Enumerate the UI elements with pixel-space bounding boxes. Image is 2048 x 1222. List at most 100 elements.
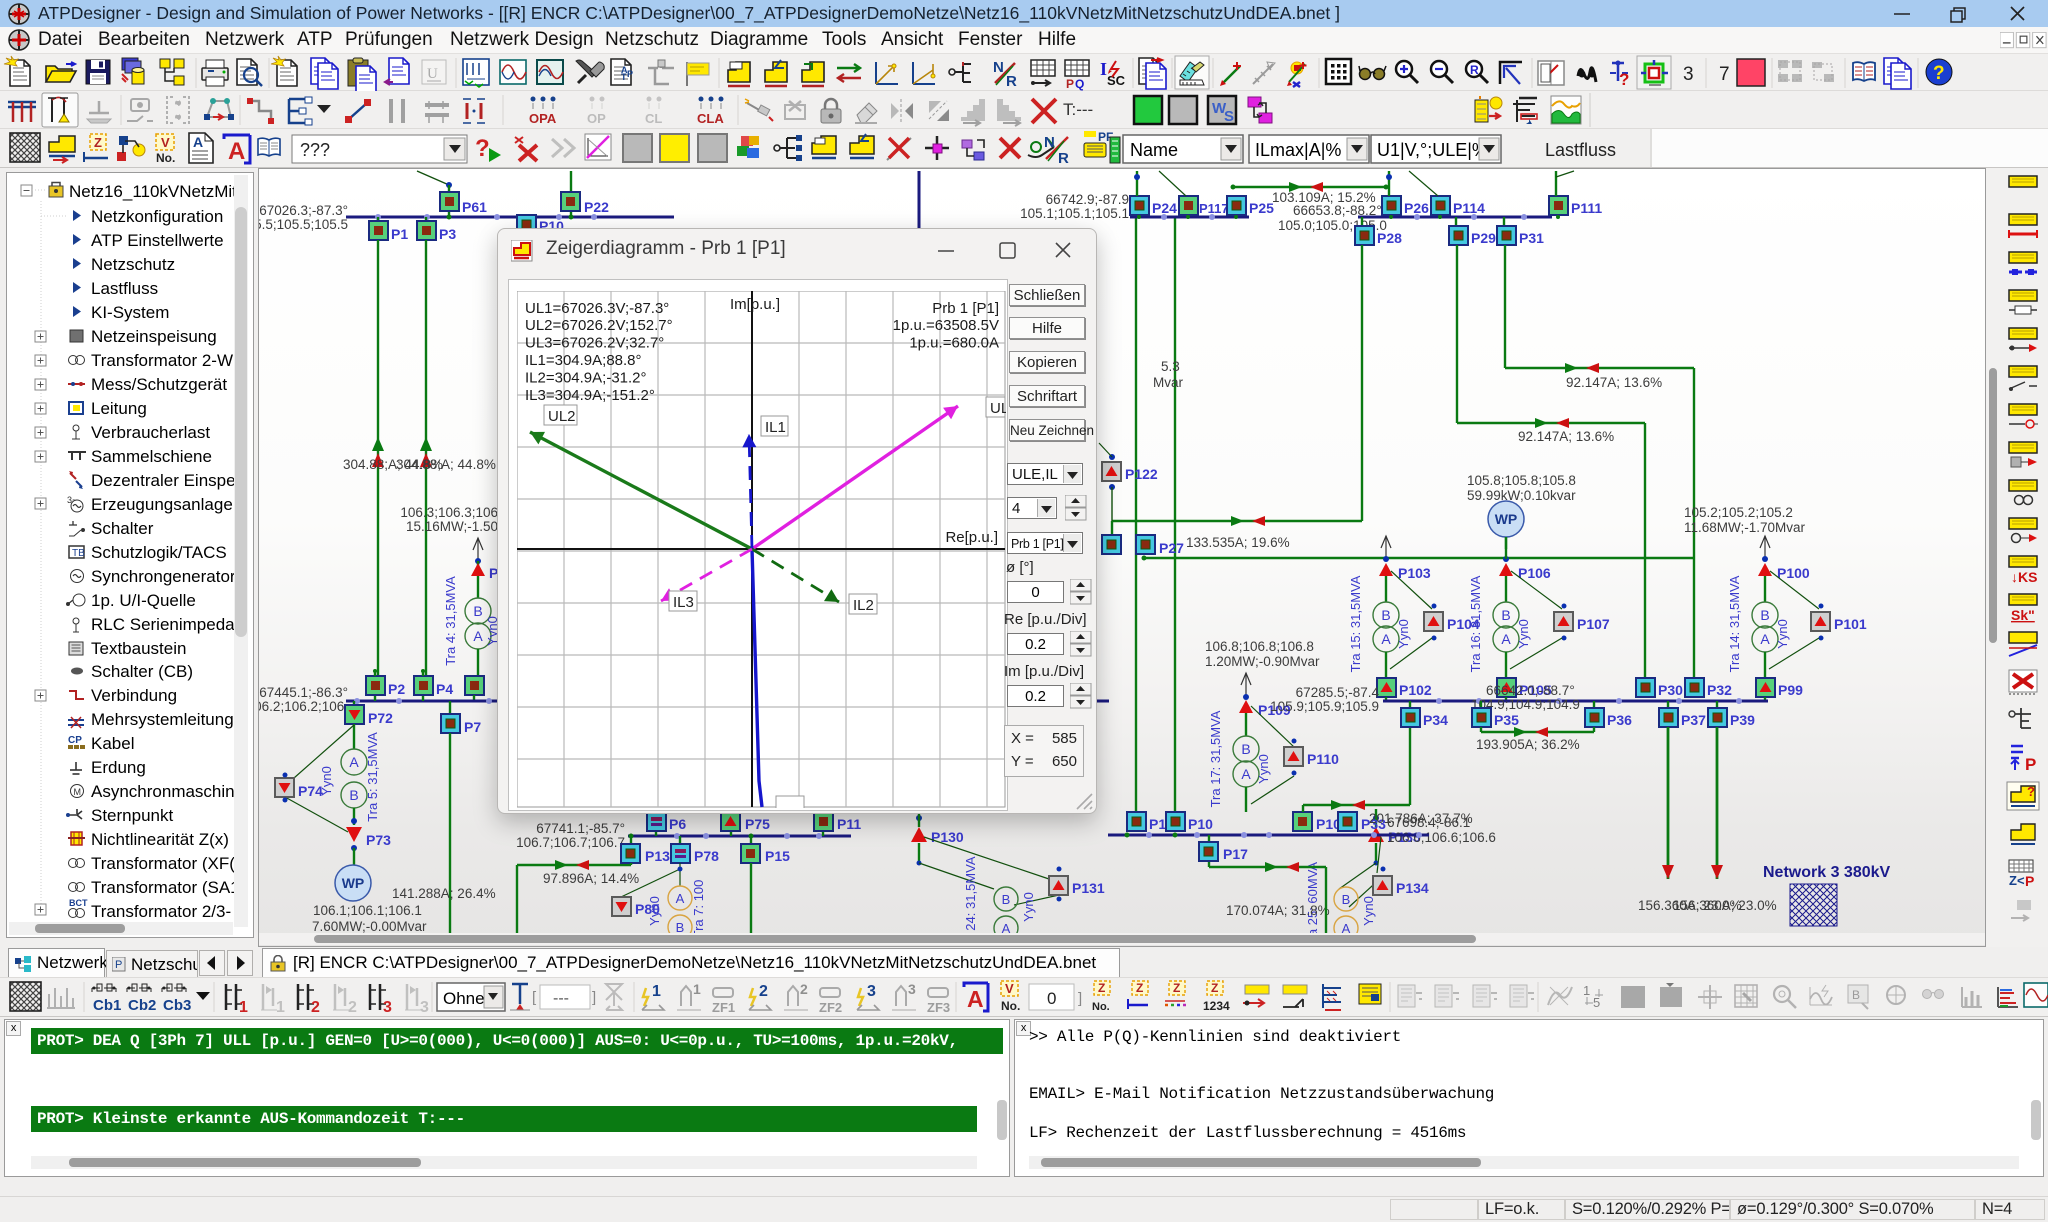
svg-text:IL2=304.9A;-31.2°: IL2=304.9A;-31.2° [525, 369, 647, 386]
svg-text:SC: SC [1107, 73, 1126, 88]
svg-text:P110: P110 [1307, 751, 1339, 767]
svg-text:106.8;106.8;106.8: 106.8;106.8;106.8 [1205, 639, 1314, 654]
svg-text:RLC Serienimpedan: RLC Serienimpedan [91, 615, 235, 634]
svg-text:BCT: BCT [69, 898, 88, 908]
svg-text:92.147A; 13.6%: 92.147A; 13.6% [1566, 375, 1662, 390]
svg-text:P22: P22 [584, 199, 609, 215]
svg-text:ZF3: ZF3 [927, 1000, 950, 1015]
svg-text:P106: P106 [1518, 565, 1551, 581]
svg-text:P134: P134 [1396, 880, 1429, 896]
svg-text:P130: P130 [931, 829, 964, 845]
svg-text:Netz16_110kVNetzMit: Netz16_110kVNetzMit [69, 182, 235, 201]
svg-text:Asynchronmaschin: Asynchronmaschin [91, 782, 235, 801]
svg-text:IL3=304.9A;-151.2°: IL3=304.9A;-151.2° [525, 387, 655, 404]
svg-text:A: A [228, 138, 245, 165]
svg-text:N: N [993, 59, 1004, 76]
svg-text:Cb3: Cb3 [163, 997, 191, 1014]
svg-text:1p.u.=680.0A: 1p.u.=680.0A [909, 335, 999, 352]
svg-text:B: B [1501, 607, 1510, 623]
svg-text:P28: P28 [1377, 230, 1402, 246]
svg-text:P101: P101 [1834, 616, 1867, 632]
svg-text:No.: No. [156, 151, 175, 165]
svg-text:P100: P100 [1777, 565, 1810, 581]
svg-text:WP: WP [342, 875, 365, 891]
svg-text:UL1=67026.3V;-87.3°: UL1=67026.3V;-87.3° [525, 300, 669, 317]
svg-text:P39: P39 [1730, 712, 1755, 728]
svg-text:156.360A; 23.0%: 156.360A; 23.0% [1673, 898, 1777, 913]
svg-text:P35: P35 [1494, 712, 1519, 728]
svg-text:1p. U/I-Quelle: 1p. U/I-Quelle [91, 591, 196, 610]
svg-text:Synchrongenerator: Synchrongenerator [91, 567, 235, 586]
svg-text:Yyn0: Yyn0 [647, 896, 662, 926]
svg-text:V: V [161, 135, 170, 150]
svg-text:P117: P117 [1199, 201, 1229, 216]
svg-text:2: 2 [759, 983, 768, 1000]
svg-text:Re[p.u.]: Re[p.u.] [945, 529, 998, 546]
svg-text:P10: P10 [1188, 816, 1213, 832]
svg-text:P6: P6 [669, 816, 686, 832]
svg-text:P29: P29 [1471, 230, 1496, 246]
svg-text:Z: Z [1173, 981, 1180, 995]
svg-text:105.8;105.8;105.8: 105.8;105.8;105.8 [1467, 473, 1576, 488]
svg-text:N: N [1044, 134, 1055, 151]
svg-text:Leitung: Leitung [91, 399, 147, 418]
svg-text:141.288A; 26.4%: 141.288A; 26.4% [392, 886, 496, 901]
svg-text:P78: P78 [694, 848, 719, 864]
svg-text:M: M [74, 787, 82, 797]
svg-text:2: 2 [348, 999, 357, 1016]
svg-text:59.99kW;0.10kvar: 59.99kW;0.10kvar [1467, 488, 1576, 503]
svg-text:?: ? [2027, 784, 2035, 799]
svg-text:Erzeugungsanlage (: Erzeugungsanlage ( [91, 495, 235, 514]
svg-text:P34: P34 [1423, 712, 1448, 728]
svg-text:P17: P17 [1223, 846, 1248, 862]
svg-text:A: A [1381, 631, 1391, 647]
svg-text:Mess/Schutzgerät: Mess/Schutzgerät [91, 375, 227, 394]
svg-text:A: A [1760, 631, 1770, 647]
svg-text:66742.9;-87.9: 66742.9;-87.9 [1046, 192, 1129, 207]
svg-text:Transformator 2-W: Transformator 2-W [91, 351, 233, 370]
svg-text:Cb2: Cb2 [128, 997, 156, 1014]
svg-text:P131: P131 [1072, 880, 1105, 896]
svg-text:Tra 4: 31,5MVA: Tra 4: 31,5MVA [443, 576, 458, 666]
svg-text:P13: P13 [645, 848, 670, 864]
svg-text:2: 2 [311, 999, 320, 1016]
svg-text:P32: P32 [1707, 682, 1732, 698]
svg-text:U: U [427, 66, 438, 82]
svg-text:Prb 1 [P1]: Prb 1 [P1] [932, 300, 999, 317]
svg-text:Schalter: Schalter [91, 519, 154, 538]
svg-text:3: 3 [1683, 64, 1694, 85]
svg-text:1: 1 [239, 999, 248, 1016]
svg-text:TB: TB [72, 548, 85, 559]
svg-text:P11: P11 [837, 816, 861, 832]
svg-text:Yyn0: Yyn0 [1361, 896, 1376, 926]
svg-text:105.1;105.1;105.1: 105.1;105.1;105.1 [1020, 206, 1129, 221]
svg-text:Netzeinspeisung: Netzeinspeisung [91, 327, 217, 346]
svg-text:7: 7 [1719, 64, 1730, 85]
svg-text:Textbaustein: Textbaustein [91, 639, 186, 658]
svg-text:A: A [193, 134, 203, 150]
svg-text:3: 3 [383, 999, 392, 1016]
svg-text:P75: P75 [745, 816, 770, 832]
svg-text:7.60MW;-0.00Mvar: 7.60MW;-0.00Mvar [312, 919, 427, 934]
svg-text:B: B [473, 603, 482, 619]
svg-text:Yyn0: Yyn0 [1021, 892, 1036, 922]
svg-text:B: B [1381, 607, 1390, 623]
svg-text:P25: P25 [1249, 200, 1274, 216]
svg-text:]: ] [592, 989, 596, 1006]
svg-text:Netzkonfiguration: Netzkonfiguration [91, 207, 223, 226]
svg-text:Erdung: Erdung [91, 758, 146, 777]
svg-text:P111: P111 [1571, 200, 1602, 216]
svg-text:?: ? [1933, 63, 1945, 84]
svg-text:IL3: IL3 [673, 594, 694, 611]
svg-text:A: A [473, 628, 483, 644]
svg-text:CLA: CLA [697, 111, 724, 126]
svg-text:193.905A; 36.2%: 193.905A; 36.2% [1476, 737, 1580, 752]
svg-text:R: R [1006, 73, 1017, 90]
svg-text:P15: P15 [765, 848, 790, 864]
svg-text:Lastfluss: Lastfluss [1545, 140, 1616, 160]
svg-text:T:---: T:--- [1063, 100, 1093, 119]
svg-text:P1: P1 [391, 226, 408, 242]
svg-text:B: B [1241, 741, 1250, 757]
svg-text:a 25: 60MVA: a 25: 60MVA [1305, 862, 1320, 935]
svg-text:92.147A; 13.6%: 92.147A; 13.6% [1518, 429, 1614, 444]
